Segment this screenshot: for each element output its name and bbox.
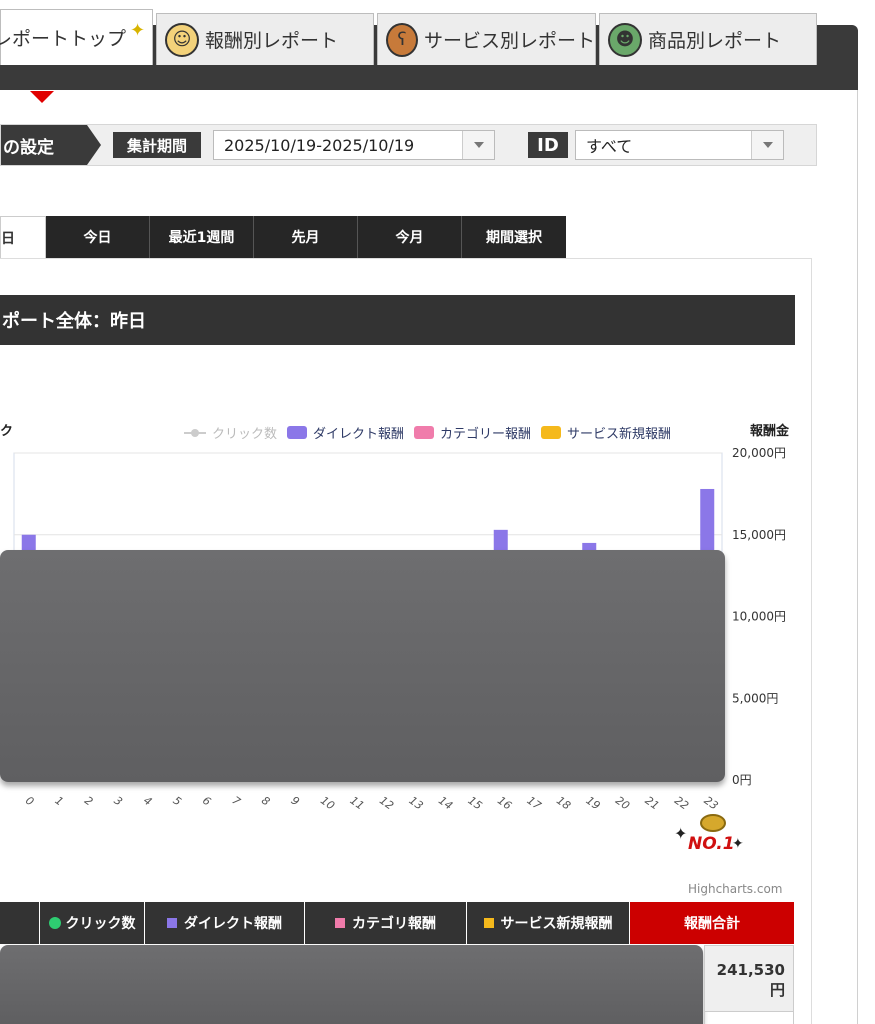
- tab-label: 商品別レポート: [648, 30, 782, 52]
- tab-yesterday[interactable]: 日: [0, 216, 46, 258]
- tab-label: レポートトップ: [0, 28, 127, 50]
- x-tick-label: 6: [200, 794, 213, 809]
- x-tick-label: 3: [112, 794, 125, 809]
- x-tick-label: 15: [466, 794, 485, 813]
- legend-swatch: [414, 426, 435, 439]
- table-header: クリック数 ダイレクト報酬 カテゴリ報酬 サービス新規報酬 報酬合計: [0, 902, 794, 944]
- x-tick-label: 19: [584, 794, 603, 813]
- period-tabs: 日 今日 最近1週間 先月 今月 期間選択: [0, 216, 566, 258]
- tab-label: 報酬別レポート: [205, 30, 339, 52]
- tab-label: サービス別レポート: [423, 30, 595, 52]
- settings-bar: の設定 集計期間 2025/10/19-2025/10/19 ID すべて: [0, 124, 817, 166]
- period-label: 集計期間: [113, 132, 201, 158]
- x-tick-label: 1: [53, 794, 66, 809]
- x-tick-label: 12: [377, 794, 396, 813]
- tab-last-month[interactable]: 先月: [254, 216, 358, 258]
- period-select[interactable]: 2025/10/19-2025/10/19: [213, 130, 495, 160]
- tab-reward-report[interactable]: ☺ 報酬別レポート: [156, 13, 374, 65]
- settings-heading: の設定: [1, 125, 101, 165]
- x-tick-label: 14: [436, 794, 455, 813]
- redacted-table-area: [0, 945, 703, 1024]
- x-tick-label: 18: [554, 794, 573, 813]
- column-label: ダイレクト報酬: [184, 916, 282, 932]
- x-tick-label: 7: [230, 794, 243, 809]
- tab-this-month[interactable]: 今月: [358, 216, 462, 258]
- column-total: 報酬合計: [630, 902, 794, 944]
- tab-service-report[interactable]: ʕ サービス別レポート: [377, 13, 596, 65]
- tab-report-top[interactable]: レポートトップ ✦: [0, 9, 153, 65]
- id-select[interactable]: すべて: [575, 130, 784, 160]
- y-tick-label: 10,000円: [732, 610, 786, 624]
- id-select-value: すべて: [586, 137, 633, 156]
- table-header-blank: [0, 902, 40, 944]
- highcharts-credit[interactable]: Highcharts.com: [688, 882, 782, 896]
- x-tick-label: 5: [171, 794, 184, 809]
- sparkle-icon: ✦: [674, 824, 688, 843]
- bear-character-icon: ʕ: [386, 22, 418, 57]
- column-service: サービス新規報酬: [467, 902, 630, 944]
- tab-product-report[interactable]: ☻ 商品別レポート: [599, 13, 817, 65]
- x-tick-label: 2: [82, 794, 95, 809]
- x-tick-label: 9: [289, 794, 302, 809]
- sparkle-icon: ✦: [732, 836, 744, 852]
- girl-character-icon: ☺: [165, 22, 199, 57]
- tab-today[interactable]: 今日: [46, 216, 150, 258]
- x-tick-label: 13: [407, 794, 426, 813]
- column-label: サービス新規報酬: [500, 916, 613, 932]
- y-tick-label: 15,000円: [732, 528, 786, 542]
- x-tick-label: 10: [318, 794, 337, 813]
- left-axis-title: ク: [0, 424, 14, 439]
- tab-last-week[interactable]: 最近1週間: [150, 216, 254, 258]
- tab-custom-period[interactable]: 期間選択: [462, 216, 566, 258]
- pink-square-icon: [335, 918, 345, 928]
- total-unit: 円: [769, 981, 785, 999]
- yellow-square-icon: [483, 918, 494, 928]
- column-category: カテゴリ報酬: [305, 902, 467, 944]
- purple-square-icon: [167, 918, 177, 928]
- column-clicks: クリック数: [40, 902, 145, 944]
- column-label: カテゴリ報酬: [352, 916, 436, 932]
- x-tick-label: 21: [643, 794, 662, 813]
- total-reward-cell: 241,530 円: [704, 945, 794, 1012]
- x-tick-label: 17: [525, 794, 544, 813]
- legend-swatch: [287, 426, 308, 439]
- green-dot-icon: [48, 917, 61, 929]
- right-axis-title: 報酬金: [750, 424, 790, 439]
- y-tick-label: 0円: [732, 773, 752, 787]
- no1-badge: ✦ NO.1 ✦: [672, 810, 752, 860]
- total-value: 241,530: [716, 961, 785, 979]
- y-tick-label: 5,000円: [732, 691, 778, 705]
- sparkle-icon: ✦: [130, 20, 146, 41]
- kappa-character-icon: ☻: [608, 22, 642, 57]
- x-tick-label: 4: [141, 794, 154, 809]
- y-tick-label: 20,000円: [732, 446, 786, 460]
- coins-icon: [700, 814, 726, 832]
- legend-swatch: [541, 426, 562, 439]
- badge-text: NO.1: [688, 834, 735, 854]
- x-tick-label: 20: [613, 794, 632, 813]
- x-tick-label: 8: [259, 794, 272, 809]
- id-label: ID: [528, 132, 568, 158]
- x-tick-label: 11: [348, 794, 367, 813]
- x-tick-label: 16: [495, 794, 514, 813]
- column-direct: ダイレクト報酬: [145, 902, 305, 944]
- chevron-down-icon[interactable]: [751, 131, 783, 159]
- redacted-chart-area: [0, 550, 725, 782]
- x-tick-label: 0: [23, 794, 36, 809]
- report-title: ポート全体：昨日: [0, 295, 795, 345]
- table-row: [704, 1012, 794, 1024]
- chevron-down-icon[interactable]: [462, 131, 494, 159]
- line-marker-icon: [184, 428, 206, 437]
- column-label: クリック数: [65, 916, 136, 932]
- period-select-value: 2025/10/19-2025/10/19: [224, 135, 415, 155]
